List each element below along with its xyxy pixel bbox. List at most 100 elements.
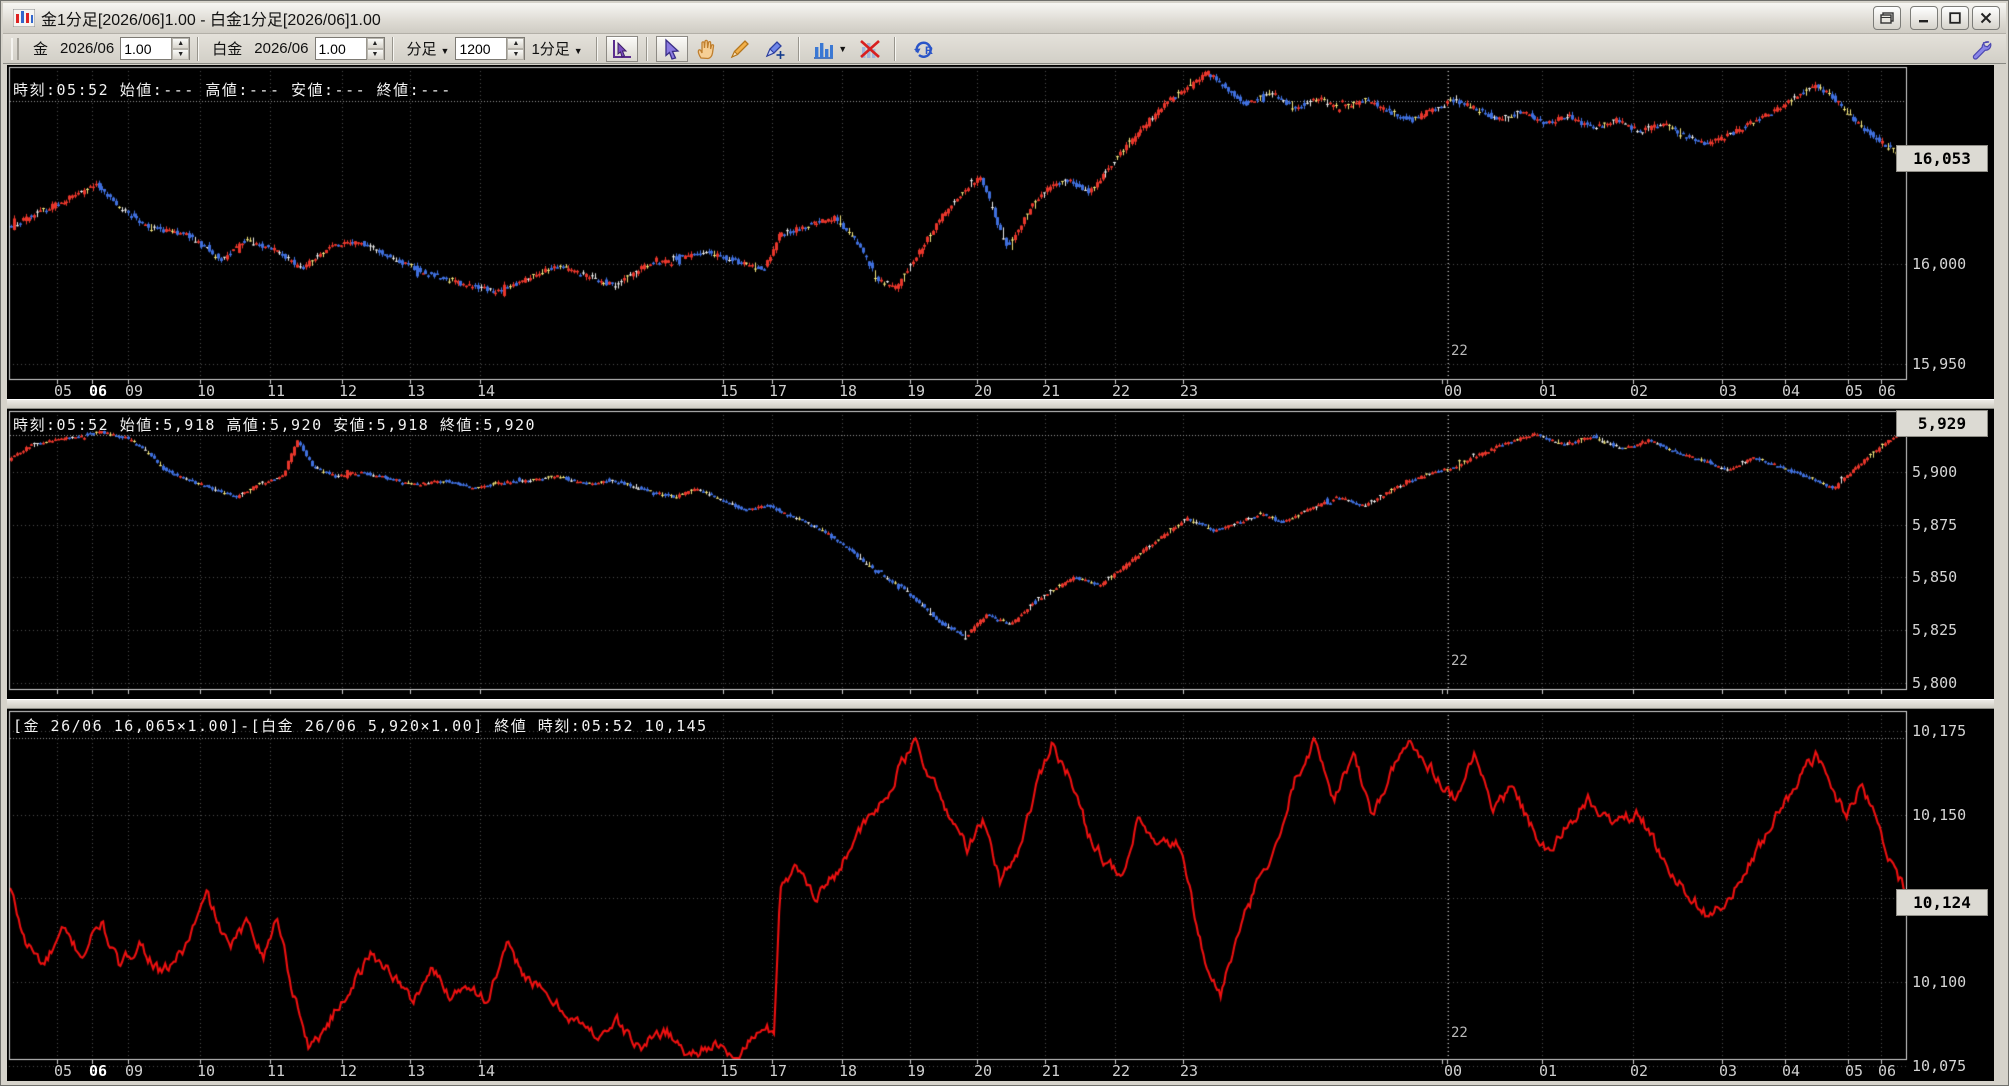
toolbar: 金 2026/06 ▲ ▼ 白金 2026/06 ▲ ▼ 分足▼ ▲ (3, 34, 2006, 64)
gold-contract-month: 2026/06 (60, 40, 114, 57)
hour-label: 05 (1845, 382, 1863, 400)
hour-label: 12 (339, 1062, 357, 1080)
hand-icon[interactable] (690, 36, 722, 62)
spread-panel-info: [金 26/06 16,065×1.00]-[白金 26/06 5,920×1.… (13, 715, 708, 736)
bar-count-input[interactable] (456, 38, 506, 59)
chevron-down-icon: ▼ (838, 44, 847, 54)
hour-label: 04 (1782, 1062, 1800, 1080)
platinum-multiplier-stepper: ▲ ▼ (315, 37, 385, 60)
date-label: 22 (1451, 343, 1468, 359)
spread-y-tick: 10,075 (1912, 1057, 1966, 1075)
hour-label: 06 (1878, 382, 1896, 400)
bar-type-dropdown[interactable]: 分足▼ (407, 38, 450, 59)
hour-label: 05 (1845, 1062, 1863, 1080)
hour-label: 10 (197, 1062, 215, 1080)
hour-label: 22 (1112, 382, 1130, 400)
panel-splitter[interactable] (7, 699, 1994, 709)
panel-splitter[interactable] (7, 399, 1994, 409)
hour-label: 06 (89, 382, 107, 400)
platinum-current-price-badge: 5,929 (1896, 410, 1988, 437)
hour-label: 11 (267, 382, 285, 400)
gold-label: 金 (33, 38, 48, 59)
bar-chart-delete-icon[interactable] (854, 36, 886, 62)
spread-current-price-badge: 10,124 (1896, 889, 1988, 916)
platinum-multiplier-input[interactable] (316, 38, 366, 59)
hour-label: 05 (54, 382, 72, 400)
spin-up-icon[interactable]: ▲ (367, 38, 384, 49)
hour-label: 18 (839, 1062, 857, 1080)
hour-label: 20 (974, 1062, 992, 1080)
toolbar-separator (894, 37, 896, 61)
hour-label: 23 (1180, 1062, 1198, 1080)
window-title: 金1分足[2026/06]1.00 - 白金1分足[2026/06]1.00 (41, 6, 381, 30)
date-label: 22 (1451, 1025, 1468, 1041)
platinum-y-tick: 5,800 (1912, 674, 1957, 692)
hour-label: 04 (1782, 382, 1800, 400)
pencil-icon[interactable] (724, 36, 756, 62)
chevron-down-icon: ▼ (574, 46, 583, 56)
application-window: 金1分足[2026/06]1.00 - 白金1分足[2026/06]1.00 (0, 0, 2009, 1086)
spin-down-icon[interactable]: ▼ (507, 49, 524, 60)
gold-multiplier-stepper: ▲ ▼ (120, 37, 190, 60)
platinum-panel-info: 時刻:05:52 始値:5,918 高値:5,920 安値:5,918 終値:5… (13, 414, 536, 435)
toolbar-separator (646, 37, 648, 61)
hour-label: 19 (907, 1062, 925, 1080)
hour-label: 17 (769, 1062, 787, 1080)
platinum-contract-month: 2026/06 (254, 40, 308, 57)
hour-label: 13 (407, 1062, 425, 1080)
spin-down-icon[interactable]: ▼ (172, 49, 189, 60)
hour-label: 09 (125, 382, 143, 400)
hour-label: 11 (267, 1062, 285, 1080)
gold-panel-info: 時刻:05:52 始値:--- 高値:--- 安値:--- 終値:--- (13, 79, 452, 100)
hour-label: 13 (407, 382, 425, 400)
interval-dropdown[interactable]: 1分足▼ (531, 38, 582, 59)
hour-label: 20 (974, 382, 992, 400)
hour-label: 01 (1539, 1062, 1557, 1080)
platinum-y-tick: 5,875 (1912, 516, 1957, 534)
wrench-icon[interactable] (1965, 36, 1997, 62)
hour-label: 09 (125, 1062, 143, 1080)
hour-label: 06 (89, 1062, 107, 1080)
platinum-label: 白金 (212, 38, 242, 59)
hour-label: 10 (197, 382, 215, 400)
spread-y-tick: 10,150 (1912, 806, 1966, 824)
bar-chart-icon[interactable]: ▼ (808, 36, 852, 62)
spread-y-tick: 10,175 (1912, 722, 1966, 740)
toolbar-separator (392, 37, 394, 61)
platinum-y-tick: 5,850 (1912, 568, 1957, 586)
date-label: 22 (1451, 653, 1468, 669)
toolbar-separator (596, 37, 598, 61)
hour-label: 00 (1444, 382, 1462, 400)
hour-label: 18 (839, 382, 857, 400)
marker-icon[interactable] (758, 36, 790, 62)
gold-multiplier-input[interactable] (121, 38, 171, 59)
spin-up-icon[interactable]: ▲ (172, 38, 189, 49)
hour-label: 01 (1539, 382, 1557, 400)
hour-label: 22 (1112, 1062, 1130, 1080)
platinum-y-tick: 5,900 (1912, 463, 1957, 481)
close-icon[interactable] (1972, 6, 2000, 30)
hour-label: 17 (769, 382, 787, 400)
svg-text:R: R (925, 45, 933, 57)
title-bar: 金1分足[2026/06]1.00 - 白金1分足[2026/06]1.00 (3, 3, 2006, 34)
hour-label: 02 (1630, 382, 1648, 400)
chart-cursor-icon[interactable] (606, 36, 638, 62)
hour-label: 02 (1630, 1062, 1648, 1080)
refresh-icon[interactable]: R (904, 36, 944, 62)
hour-label: 21 (1042, 1062, 1060, 1080)
chevron-down-icon: ▼ (441, 46, 450, 56)
hour-label: 03 (1719, 1062, 1737, 1080)
hour-label: 14 (477, 1062, 495, 1080)
hour-label: 00 (1444, 1062, 1462, 1080)
cascade-windows-icon[interactable] (1873, 6, 1901, 30)
spin-up-icon[interactable]: ▲ (507, 38, 524, 49)
select-arrow-icon[interactable] (656, 36, 688, 62)
maximize-icon[interactable] (1941, 6, 1969, 30)
toolbar-grip[interactable] (11, 38, 19, 60)
hour-label: 06 (1878, 1062, 1896, 1080)
minimize-icon[interactable] (1910, 6, 1938, 30)
hour-label: 15 (720, 382, 738, 400)
price-charts-canvas[interactable] (7, 65, 1994, 1081)
gold-y-tick: 15,950 (1912, 355, 1966, 373)
spin-down-icon[interactable]: ▼ (367, 49, 384, 60)
